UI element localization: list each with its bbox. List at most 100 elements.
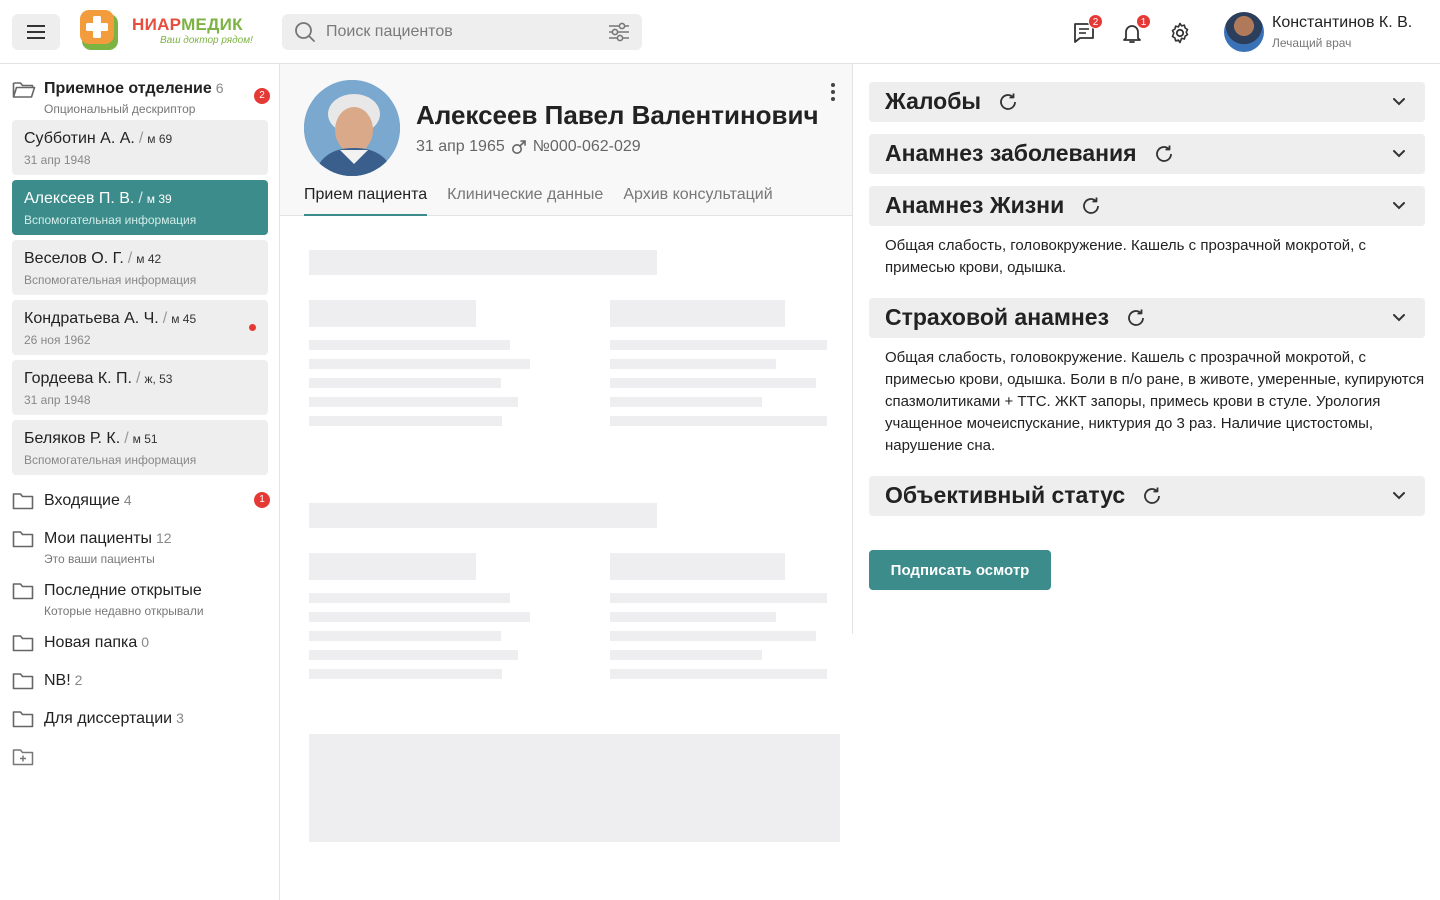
folder-recent[interactable]: Последние открытые Которые недавно откры… bbox=[12, 582, 270, 618]
app-header: НИАРМЕДИК Ваш доктор рядом! 2 1 bbox=[0, 0, 1440, 64]
section-complaints[interactable]: Жалобы bbox=[869, 82, 1425, 122]
examination-panel: Жалобы Анамнез заболевания Анамнез Жизни… bbox=[852, 64, 1440, 634]
folder-add-icon bbox=[12, 749, 34, 766]
folder-icon bbox=[12, 531, 34, 548]
folder-nb[interactable]: NB! 2 bbox=[12, 672, 270, 694]
patient-name: Субботин А. А. bbox=[24, 130, 135, 147]
folder-reception[interactable]: Приемное отделение 6 Опциональный дескрип… bbox=[12, 80, 270, 116]
patient-header: Алексеев Павел Валентинович 31 апр 1965 … bbox=[280, 64, 852, 216]
menu-button[interactable] bbox=[12, 14, 60, 50]
patient-name: Кондратьева А. Ч. bbox=[24, 310, 159, 327]
patient-card[interactable]: Кондратьева А. Ч. / м 45 26 ноя 1962 bbox=[12, 300, 268, 355]
patient-meta: м 69 bbox=[147, 132, 173, 146]
folder-open-icon bbox=[12, 82, 36, 98]
patient-birth-date: 31 апр 1965 bbox=[416, 138, 505, 155]
folder-title: Приемное отделение bbox=[44, 80, 212, 97]
chevron-down-icon[interactable] bbox=[1391, 310, 1407, 326]
folder-count: 6 bbox=[215, 80, 224, 96]
folder-inbox[interactable]: Входящие 4 1 bbox=[12, 492, 270, 514]
user-role: Лечащий врач bbox=[1272, 36, 1352, 50]
folder-icon bbox=[12, 635, 34, 652]
patient-meta-line: 31 апр 1965 №000-062-029 bbox=[416, 138, 641, 156]
refresh-icon[interactable] bbox=[1141, 485, 1163, 507]
user-name: Константинов К. В. bbox=[1272, 14, 1413, 31]
patient-meta: м 42 bbox=[136, 252, 162, 266]
section-text: Общая слабость, головокружение. Кашель с… bbox=[885, 349, 1425, 454]
add-folder-button[interactable] bbox=[12, 748, 34, 771]
folder-title: Мои пациенты bbox=[44, 530, 153, 547]
folder-title: Для диссертации bbox=[44, 710, 173, 727]
section-title: Жалобы bbox=[885, 88, 982, 114]
folder-count: 3 bbox=[176, 710, 184, 726]
patient-record-number: №000-062-029 bbox=[532, 138, 641, 155]
male-icon bbox=[511, 140, 526, 154]
folder-icon bbox=[12, 583, 34, 600]
section-insurance-history[interactable]: Страховой анамнез bbox=[869, 298, 1425, 338]
section-objective-status[interactable]: Объективный статус bbox=[869, 476, 1425, 516]
patient-name: Гордеева К. П. bbox=[24, 370, 132, 387]
folder-subtitle: Которые недавно открывали bbox=[44, 604, 204, 618]
chevron-down-icon[interactable] bbox=[1391, 488, 1407, 504]
avatar bbox=[1224, 12, 1264, 52]
patient-card-selected[interactable]: Алексеев П. В. / м 39 Вспомогательная инфо… bbox=[12, 180, 268, 235]
folder-icon bbox=[12, 711, 34, 728]
folder-new[interactable]: Новая папка 0 bbox=[12, 634, 270, 656]
patient-panel: Алексеев Павел Валентинович 31 апр 1965 … bbox=[280, 64, 852, 900]
folder-count: 4 bbox=[123, 492, 132, 508]
settings-button[interactable] bbox=[1167, 20, 1193, 46]
sign-examination-button[interactable]: Подписать осмотр bbox=[869, 550, 1051, 590]
tab-clinical-data[interactable]: Клинические данные bbox=[447, 186, 603, 216]
logo-name: НИАРМЕДИК bbox=[132, 15, 243, 34]
notifications-badge: 1 bbox=[1136, 14, 1151, 29]
logo-tagline: Ваш доктор рядом! bbox=[160, 35, 253, 46]
logo[interactable]: НИАРМЕДИК Ваш доктор рядом! bbox=[80, 10, 260, 54]
patient-card[interactable]: Гордеева К. П. / ж, 53 31 апр 1948 bbox=[12, 360, 268, 415]
section-disease-history[interactable]: Анамнез заболевания bbox=[869, 134, 1425, 174]
chevron-down-icon[interactable] bbox=[1391, 146, 1407, 162]
patient-card[interactable]: Веселов О. Г. / м 42 Вспомогательная инфор… bbox=[12, 240, 268, 295]
folder-subtitle: Опциональный дескриптор bbox=[44, 102, 196, 116]
folder-count: 2 bbox=[74, 672, 83, 688]
folder-title: Последние открытые bbox=[44, 582, 202, 599]
folder-badge: 1 bbox=[254, 492, 270, 508]
search-input[interactable] bbox=[326, 14, 596, 50]
patient-info: 26 ноя 1962 bbox=[24, 333, 91, 347]
patient-info: 31 апр 1948 bbox=[24, 393, 91, 407]
patient-card[interactable]: Субботин А. А. / м 69 31 апр 1948 bbox=[12, 120, 268, 175]
more-vertical-icon[interactable] bbox=[830, 82, 836, 102]
folder-title: NB! bbox=[44, 672, 71, 689]
messages-button[interactable]: 2 bbox=[1071, 14, 1103, 46]
patient-meta: м 45 bbox=[171, 312, 197, 326]
section-title: Анамнез Жизни bbox=[885, 192, 1065, 218]
refresh-icon[interactable] bbox=[997, 91, 1019, 113]
folder-my-patients[interactable]: Мои пациенты 12 Это ваши пациенты bbox=[12, 530, 270, 566]
user-profile[interactable]: Константинов К. В. Лечащий врач bbox=[1224, 12, 1434, 52]
patient-name: Веселов О. Г. bbox=[24, 250, 124, 267]
patient-info: Вспомогательная информация bbox=[24, 453, 197, 467]
hamburger-icon bbox=[27, 25, 45, 39]
patient-card[interactable]: Беляков Р. К. / м 51 Вспомогательная инфор… bbox=[12, 420, 268, 475]
patient-info: Вспомогательная информация bbox=[24, 273, 197, 287]
patient-meta: ж, 53 bbox=[144, 372, 173, 386]
folder-count: 12 bbox=[156, 530, 172, 546]
chevron-down-icon[interactable] bbox=[1391, 198, 1407, 214]
refresh-icon[interactable] bbox=[1080, 195, 1102, 217]
search-icon bbox=[295, 22, 315, 42]
refresh-icon[interactable] bbox=[1153, 143, 1175, 165]
section-title: Страховой анамнез bbox=[885, 304, 1110, 330]
sidebar: Приемное отделение 6 Опциональный дескрип… bbox=[0, 64, 280, 900]
tab-consult-archive[interactable]: Архив консультаций bbox=[623, 186, 772, 216]
notifications-button[interactable]: 1 bbox=[1119, 14, 1151, 46]
patient-photo bbox=[304, 80, 400, 176]
section-life-history[interactable]: Анамнез Жизни bbox=[869, 186, 1425, 226]
tab-reception[interactable]: Прием пациента bbox=[304, 186, 428, 216]
section-text: Общая слабость, головокружение. Кашель с… bbox=[885, 237, 1367, 276]
folder-dissertation[interactable]: Для диссертации 3 bbox=[12, 710, 270, 732]
section-title: Анамнез заболевания bbox=[885, 140, 1137, 166]
filter-settings-icon[interactable] bbox=[608, 22, 630, 42]
folder-count: 0 bbox=[141, 634, 150, 650]
chevron-down-icon[interactable] bbox=[1391, 94, 1407, 110]
folder-title: Входящие bbox=[44, 492, 120, 509]
patient-meta: м 51 bbox=[132, 432, 158, 446]
refresh-icon[interactable] bbox=[1125, 307, 1147, 329]
